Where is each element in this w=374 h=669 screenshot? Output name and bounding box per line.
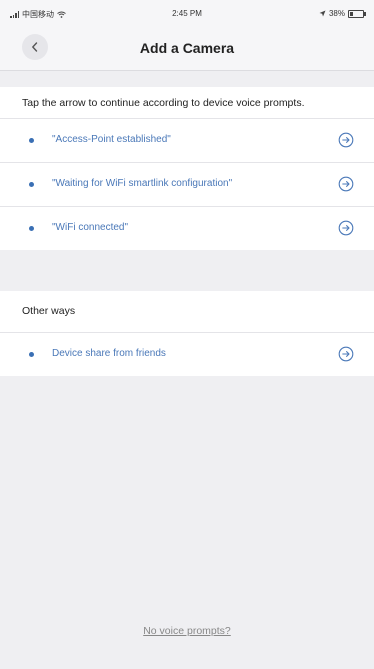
page-title: Add a Camera [139,40,235,56]
prompt-row-wifi-connected[interactable]: "WiFi connected" [0,206,374,250]
prompt-label: "Waiting for WiFi smartlink configuratio… [52,178,233,189]
no-voice-prompts-link[interactable]: No voice prompts? [0,625,374,637]
bullet-dot [29,182,34,187]
prompt-row-access-point[interactable]: "Access-Point established" [0,118,374,162]
device-share-label: Device share from friends [52,348,166,359]
bullet-dot [29,226,34,231]
status-bar: 中国移动 2:45 PM 38% [0,0,374,26]
arrow-right-circle-icon[interactable] [338,132,354,148]
battery-icon [348,9,366,18]
other-ways-header: Other ways [22,305,76,317]
bullet-dot [29,138,34,143]
status-time: 2:45 PM [172,9,202,18]
prompt-label: "WiFi connected" [52,222,129,233]
arrow-right-circle-icon[interactable] [338,346,354,362]
battery-percent: 38% [328,9,345,18]
prompt-row-smartlink[interactable]: "Waiting for WiFi smartlink configuratio… [0,162,374,206]
other-ways-section: Other ways Device share from friends [0,291,374,376]
instruction-text: Tap the arrow to continue according to d… [22,97,305,109]
voice-prompt-section: Tap the arrow to continue according to d… [0,87,374,250]
arrow-right-circle-icon[interactable] [338,176,354,192]
arrow-right-circle-icon[interactable] [338,220,354,236]
status-right: 38% [319,9,366,18]
bullet-dot [29,352,34,357]
prompt-label: "Access-Point established" [52,134,171,145]
device-share-row[interactable]: Device share from friends [0,332,374,376]
nav-bar: Add a Camera [0,26,374,71]
location-icon [319,10,326,17]
screen: 中国移动 2:45 PM 38% Add a Camera Tap the ar… [0,0,374,669]
